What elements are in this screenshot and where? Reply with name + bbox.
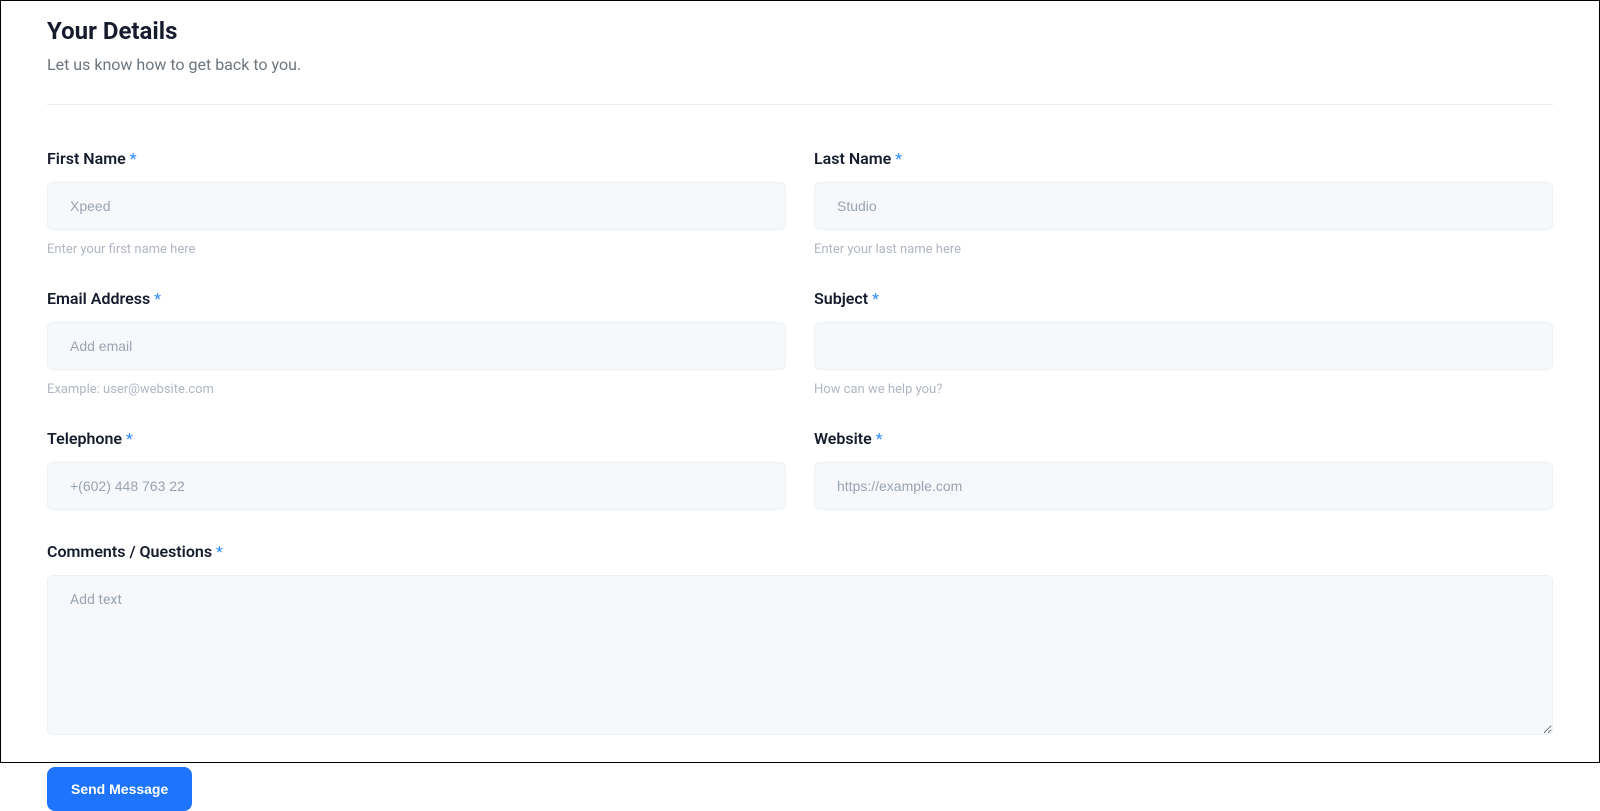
page-title: Your Details xyxy=(47,17,1553,45)
telephone-input[interactable] xyxy=(47,462,786,510)
send-message-button[interactable]: Send Message xyxy=(47,767,192,811)
required-asterisk: * xyxy=(895,149,902,168)
email-hint: Example: user@website.com xyxy=(47,382,786,397)
divider xyxy=(47,104,1553,105)
last-name-label: Last Name * xyxy=(814,149,1553,168)
last-name-input[interactable] xyxy=(814,182,1553,230)
last-name-label-text: Last Name xyxy=(814,149,891,168)
first-name-label: First Name * xyxy=(47,149,786,168)
website-group: Website * xyxy=(814,429,1553,510)
telephone-group: Telephone * xyxy=(47,429,786,510)
first-name-group: First Name * Enter your first name here xyxy=(47,149,786,257)
telephone-label-text: Telephone xyxy=(47,429,122,448)
email-label: Email Address * xyxy=(47,289,786,308)
last-name-hint: Enter your last name here xyxy=(814,242,1553,257)
comments-label: Comments / Questions * xyxy=(47,542,1553,561)
website-label-text: Website xyxy=(814,429,872,448)
first-name-label-text: First Name xyxy=(47,149,126,168)
email-group: Email Address * Example: user@website.co… xyxy=(47,289,786,397)
email-label-text: Email Address xyxy=(47,289,150,308)
page-subtitle: Let us know how to get back to you. xyxy=(47,55,1553,74)
subject-label: Subject * xyxy=(814,289,1553,308)
website-label: Website * xyxy=(814,429,1553,448)
first-name-input[interactable] xyxy=(47,182,786,230)
email-input[interactable] xyxy=(47,322,786,370)
comments-group: Comments / Questions * xyxy=(47,542,1553,735)
comments-textarea[interactable] xyxy=(47,575,1553,735)
required-asterisk: * xyxy=(872,289,879,308)
subject-hint: How can we help you? xyxy=(814,382,1553,397)
form-grid: First Name * Enter your first name here … xyxy=(47,149,1553,735)
subject-label-text: Subject xyxy=(814,289,868,308)
subject-group: Subject * How can we help you? xyxy=(814,289,1553,397)
comments-label-text: Comments / Questions xyxy=(47,542,212,561)
required-asterisk: * xyxy=(130,149,137,168)
required-asterisk: * xyxy=(154,289,161,308)
required-asterisk: * xyxy=(216,542,223,561)
subject-input[interactable] xyxy=(814,322,1553,370)
required-asterisk: * xyxy=(876,429,883,448)
first-name-hint: Enter your first name here xyxy=(47,242,786,257)
submit-row: Send Message xyxy=(47,767,1553,811)
required-asterisk: * xyxy=(126,429,133,448)
website-input[interactable] xyxy=(814,462,1553,510)
telephone-label: Telephone * xyxy=(47,429,786,448)
last-name-group: Last Name * Enter your last name here xyxy=(814,149,1553,257)
